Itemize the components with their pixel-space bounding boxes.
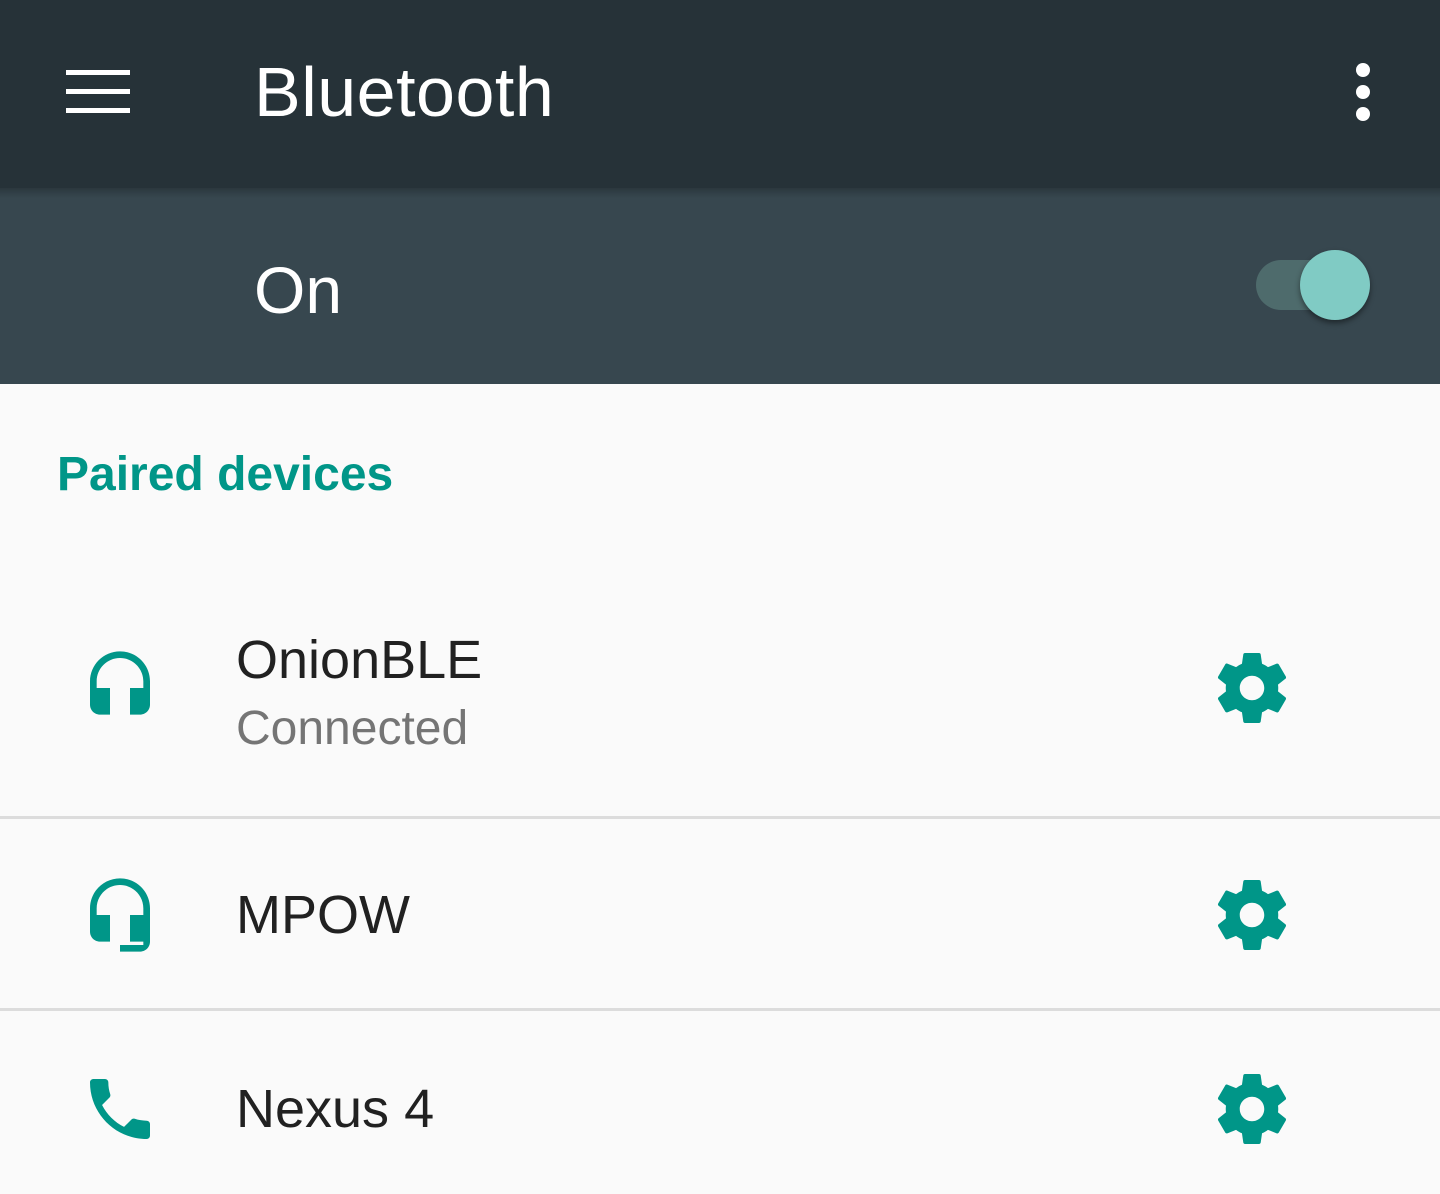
page-title: Bluetooth xyxy=(254,53,555,131)
device-status: Connected xyxy=(236,702,469,755)
device-name: OnionBLE xyxy=(236,630,483,690)
more-vert-icon-glyph xyxy=(1356,63,1370,121)
device-row-onionble[interactable]: OnionBLE Connected xyxy=(0,584,1440,816)
hamburger-menu-icon-glyph xyxy=(66,70,130,113)
headphones-icon xyxy=(80,648,160,728)
phone-icon xyxy=(80,1069,160,1149)
gear-icon[interactable] xyxy=(1200,863,1304,967)
headset-mic-icon xyxy=(80,875,160,955)
toggle-thumb[interactable] xyxy=(1300,250,1370,320)
gear-icon[interactable] xyxy=(1200,1057,1304,1161)
device-row-mpow[interactable]: MPOW xyxy=(0,819,1440,1008)
app-bar: Bluetooth xyxy=(0,0,1440,188)
gear-icon[interactable] xyxy=(1200,636,1304,740)
device-name: MPOW xyxy=(236,885,410,945)
device-name: Nexus 4 xyxy=(236,1079,435,1139)
device-row-nexus-4[interactable]: Nexus 4 xyxy=(0,1011,1440,1194)
hamburger-menu-icon[interactable] xyxy=(44,50,152,134)
bluetooth-master-switch-bar[interactable]: On xyxy=(0,188,1440,384)
more-vert-icon[interactable] xyxy=(1322,50,1404,134)
bluetooth-toggle-switch[interactable] xyxy=(1252,246,1378,326)
switch-state-label: On xyxy=(254,253,343,327)
section-header-paired-devices: Paired devices xyxy=(57,448,394,501)
